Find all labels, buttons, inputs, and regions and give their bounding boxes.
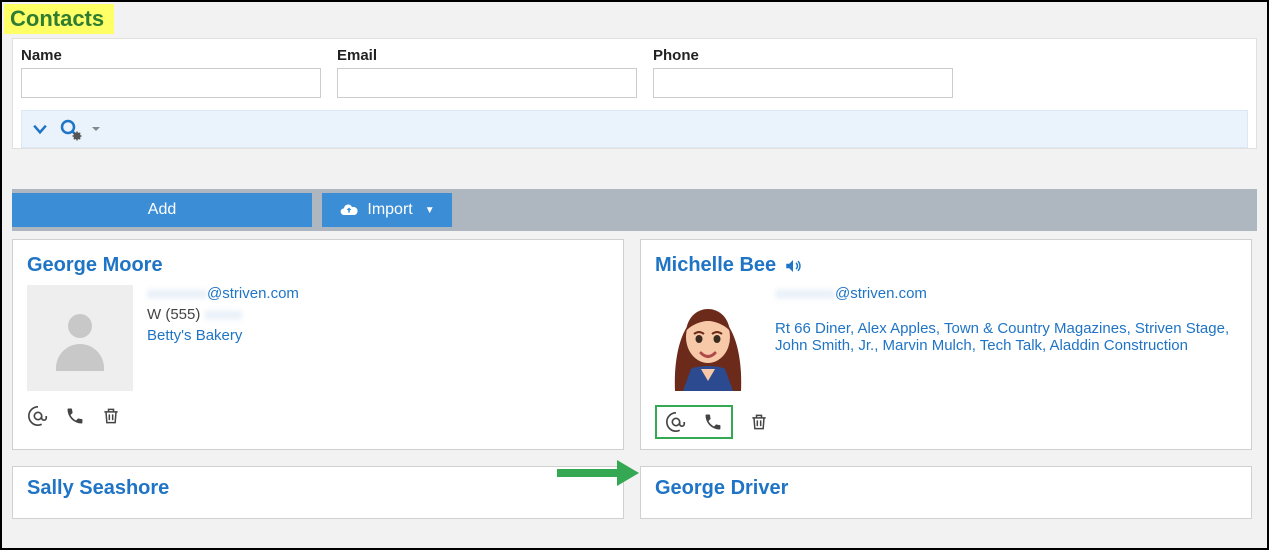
search-panel: Name Email Phone xyxy=(12,38,1257,149)
phone-icon[interactable] xyxy=(703,411,723,433)
contact-orgs[interactable]: Rt 66 Diner, Alex Apples, Town & Country… xyxy=(775,320,1235,354)
contact-card: Sally Seashore xyxy=(12,466,624,519)
contact-orgs[interactable]: Betty's Bakery xyxy=(147,327,299,344)
speaker-icon[interactable] xyxy=(784,257,802,275)
at-icon[interactable] xyxy=(27,405,49,427)
avatar-placeholder xyxy=(27,285,133,391)
contact-card: George Moore xxxxxxxx@striven.com W (555… xyxy=(12,239,624,450)
phone-label: Phone xyxy=(653,47,953,64)
contact-phone: W (555) xxxxx xyxy=(147,306,299,323)
highlighted-actions xyxy=(655,405,733,439)
avatar-image xyxy=(655,285,761,391)
action-strip: Add Import ▼ xyxy=(12,189,1257,231)
expand-icon[interactable] xyxy=(30,119,50,139)
at-icon[interactable] xyxy=(665,411,687,433)
contact-card: George Driver xyxy=(640,466,1252,519)
contact-email[interactable]: xxxxxxxx@striven.com xyxy=(147,285,299,302)
add-button[interactable]: Add xyxy=(12,193,312,227)
delete-icon[interactable] xyxy=(101,406,121,426)
search-settings-icon[interactable] xyxy=(58,117,82,141)
contact-card: Michelle Bee xyxy=(640,239,1252,450)
import-button[interactable]: Import ▼ xyxy=(322,193,452,227)
search-toolbar xyxy=(21,110,1248,148)
cloud-upload-icon xyxy=(339,200,359,220)
contact-name-link[interactable]: George Moore xyxy=(27,254,163,277)
phone-input[interactable] xyxy=(653,68,953,98)
contact-name-link[interactable]: George Driver xyxy=(655,477,788,500)
email-input[interactable] xyxy=(337,68,637,98)
page-title: Contacts xyxy=(4,4,114,34)
delete-icon[interactable] xyxy=(749,412,769,432)
email-label: Email xyxy=(337,47,637,64)
caret-down-icon: ▼ xyxy=(425,205,435,216)
dropdown-caret-icon[interactable] xyxy=(90,123,102,135)
name-input[interactable] xyxy=(21,68,321,98)
phone-icon[interactable] xyxy=(65,406,85,426)
contact-name-link[interactable]: Michelle Bee xyxy=(655,254,776,277)
annotation-arrow xyxy=(557,460,647,486)
contact-name-link[interactable]: Sally Seashore xyxy=(27,477,169,500)
name-label: Name xyxy=(21,47,321,64)
contact-email[interactable]: xxxxxxxx@striven.com xyxy=(775,285,1235,302)
